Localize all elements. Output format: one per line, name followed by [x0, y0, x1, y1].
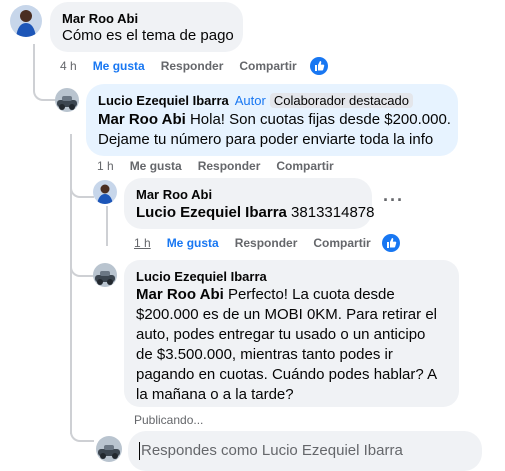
- avatar[interactable]: [55, 88, 79, 112]
- text-cursor: [139, 442, 140, 460]
- comment-bubble: Mar Roo Abi Lucio Ezequiel Ibarra 381331…: [124, 178, 374, 229]
- comment-text-line: 3813314878: [286, 204, 375, 221]
- mention-link[interactable]: Mar Roo Abi: [98, 111, 186, 128]
- share-button[interactable]: Compartir: [276, 159, 333, 173]
- comment-text: Cómo es el tema de pago: [62, 27, 234, 44]
- reply-button[interactable]: Responder: [198, 159, 261, 173]
- comment-actions: 4 h Me gusta Responder Compartir: [60, 59, 313, 73]
- avatar[interactable]: [93, 180, 117, 204]
- more-options-icon[interactable]: ···: [383, 190, 404, 211]
- comment-text-line: la mañana o a la tarde?: [136, 386, 294, 403]
- comment-author[interactable]: Lucio Ezequiel Ibarra: [98, 93, 229, 108]
- like-button[interactable]: Me gusta: [93, 59, 145, 73]
- comment-author-row: Lucio Ezequiel Ibarra Autor Colaborador de…: [98, 93, 413, 108]
- reply-input-placeholder[interactable]: Respondes como Lucio Ezequiel Ibarra: [141, 442, 403, 459]
- thread-line-sub: [106, 206, 108, 246]
- comment-bubble: Lucio Ezequiel Ibarra Mar Roo Abi Perfec…: [124, 260, 459, 407]
- comment-text-line: $200.000 es de un MOBI 0KM. Para retirar…: [136, 306, 437, 323]
- comment-actions: 1 h Me gusta Responder Compartir: [97, 159, 350, 173]
- avatar[interactable]: [96, 436, 122, 462]
- comment-text: Mar Roo Abi Perfecto! La cuota desde $20…: [136, 285, 437, 405]
- comment-author[interactable]: Lucio Ezequiel Ibarra: [136, 269, 267, 284]
- avatar[interactable]: [93, 263, 117, 287]
- comment-text-line: auto, podes entregar tu usado o un antic…: [136, 326, 426, 343]
- comment-actions: 1 h Me gusta Responder Compartir: [134, 236, 387, 250]
- reply-button[interactable]: Responder: [161, 59, 224, 73]
- share-button[interactable]: Compartir: [313, 236, 370, 250]
- mention-link[interactable]: Lucio Ezequiel Ibarra: [136, 204, 287, 221]
- mention-link[interactable]: Mar Roo Abi: [136, 286, 224, 303]
- thread-line-c3: [70, 176, 94, 198]
- reply-composer[interactable]: Respondes como Lucio Ezequiel Ibarra: [128, 431, 482, 471]
- reply-button[interactable]: Responder: [235, 236, 298, 250]
- like-reaction-icon[interactable]: [310, 57, 328, 75]
- avatar[interactable]: [10, 5, 42, 37]
- comment-text: Mar Roo Abi Hola! Son cuotas fijas desde…: [98, 110, 451, 150]
- comment-bubble: Mar Roo Abi Cómo es el tema de pago: [50, 2, 243, 52]
- comment-time[interactable]: 4 h: [60, 59, 77, 73]
- comment-bubble: Lucio Ezequiel Ibarra Autor Colaborador de…: [86, 84, 458, 156]
- thread-line-composer: [70, 420, 94, 442]
- comment-text-line: de $3.500.000, mientras tanto podes ir: [136, 346, 393, 363]
- share-button[interactable]: Compartir: [239, 59, 296, 73]
- comment-author[interactable]: Mar Roo Abi: [62, 11, 138, 26]
- posting-status: Publicando...: [134, 413, 204, 427]
- like-button[interactable]: Me gusta: [130, 159, 182, 173]
- comment-time[interactable]: 1 h: [134, 236, 151, 250]
- like-reaction-icon[interactable]: [382, 234, 400, 252]
- comment-text: Lucio Ezequiel Ibarra 3813314878: [136, 203, 374, 223]
- comment-author[interactable]: Mar Roo Abi: [136, 187, 212, 202]
- top-contributor-badge: Colaborador destacado: [269, 93, 413, 108]
- comment-time[interactable]: 1 h: [97, 159, 114, 173]
- comment-text-line: Hola! Son cuotas fijas desde $200.000.: [185, 111, 451, 128]
- comment-text-line: Perfecto! La cuota desde: [223, 286, 395, 303]
- author-role-label: Autor: [234, 93, 266, 108]
- like-button[interactable]: Me gusta: [167, 236, 219, 250]
- comment-text-line: Dejame tu número para poder enviarte tod…: [98, 131, 434, 148]
- comment-text-line: pagando en cuotas. Cuándo podes hablar? …: [136, 366, 438, 383]
- thread-line-c4: [70, 255, 94, 277]
- thread-line-root: [33, 44, 59, 101]
